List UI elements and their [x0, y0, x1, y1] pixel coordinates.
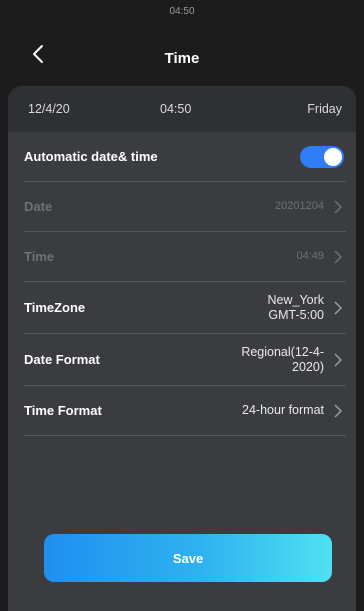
- date-format-value-line1: Regional(12-4-: [241, 344, 324, 359]
- date-label: Date: [24, 199, 53, 214]
- date-format-value: Regional(12-4- 2020): [241, 345, 346, 375]
- timezone-name: New_York: [267, 292, 324, 307]
- header: Time: [0, 22, 364, 90]
- time-label: Time: [24, 249, 55, 264]
- auto-datetime-label: Automatic date& time: [24, 149, 158, 164]
- auto-datetime-row: Automatic date& time: [24, 132, 346, 182]
- status-time: 04:50: [169, 5, 195, 17]
- timezone-offset: GMT-5:00: [268, 307, 324, 322]
- current-weekday: Friday: [307, 102, 342, 116]
- settings-panel: 12/4/20 04:50 Friday Automatic date& tim…: [8, 86, 356, 611]
- save-button[interactable]: Save: [44, 534, 332, 582]
- current-date: 12/4/20: [28, 102, 70, 116]
- status-bar: 04:50: [0, 0, 364, 22]
- current-time: 04:50: [160, 102, 192, 116]
- chevron-right-icon: [334, 249, 343, 264]
- date-format-row[interactable]: Date Format Regional(12-4- 2020): [24, 334, 346, 386]
- settings-list: Automatic date& time Date 20201204 Time …: [24, 132, 346, 436]
- date-format-value-line2: 2020): [292, 359, 324, 374]
- timezone-label: TimeZone: [24, 300, 86, 315]
- chevron-right-icon: [334, 352, 343, 367]
- time-row: Time 04:49: [24, 232, 346, 282]
- date-format-label: Date Format: [24, 352, 100, 367]
- chevron-right-icon: [334, 300, 343, 315]
- date-row: Date 20201204: [24, 182, 346, 232]
- chevron-right-icon: [334, 403, 343, 418]
- time-format-row[interactable]: Time Format 24-hour format: [24, 386, 346, 436]
- auto-datetime-toggle[interactable]: [300, 145, 344, 168]
- time-format-label: Time Format: [24, 403, 102, 418]
- current-datetime-bar: 12/4/20 04:50 Friday: [8, 86, 356, 132]
- chevron-right-icon: [334, 199, 343, 214]
- toggle-knob: [324, 147, 342, 166]
- time-format-value: 24-hour format: [242, 403, 324, 417]
- page-title: Time: [164, 50, 200, 67]
- timezone-row[interactable]: TimeZone New_York GMT-5:00: [24, 282, 346, 334]
